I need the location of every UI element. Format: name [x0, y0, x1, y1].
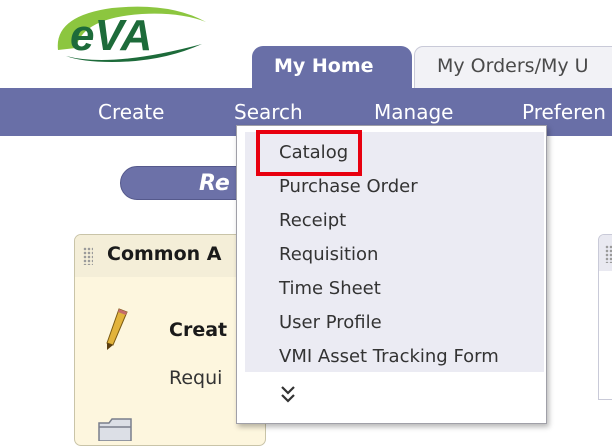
menu-item-user-profile[interactable]: User Profile	[279, 311, 382, 335]
folder-icon	[98, 418, 132, 441]
tab-my-orders[interactable]: My Orders/My U	[414, 46, 612, 88]
menu-item-requisition[interactable]: Requisition	[279, 243, 378, 267]
secondary-panel-header	[599, 235, 612, 271]
panel-title: Common A	[107, 243, 222, 265]
logo-text: eVA	[70, 11, 152, 60]
menu-item-purchase-order[interactable]: Purchase Order	[279, 175, 418, 199]
drag-handle-icon[interactable]	[605, 245, 612, 263]
eva-logo[interactable]: eVA	[52, 4, 222, 66]
tab-my-home[interactable]: My Home	[252, 46, 412, 88]
drag-handle-icon[interactable]	[83, 247, 93, 265]
catalog-highlight-box	[256, 130, 362, 176]
menu-item-receipt[interactable]: Receipt	[279, 209, 346, 233]
menu-item-vmi-asset-tracking-form[interactable]: VMI Asset Tracking Form	[279, 345, 499, 369]
eva-logo-graphic: eVA	[57, 6, 206, 62]
nav-create[interactable]: Create	[98, 88, 164, 136]
requisition-action-text[interactable]: Requi	[169, 367, 222, 389]
section-pill-label: Re	[199, 171, 230, 196]
secondary-panel	[598, 234, 612, 400]
pencil-icon	[106, 308, 128, 350]
double-chevron-down-icon[interactable]	[280, 384, 296, 406]
menu-item-time-sheet[interactable]: Time Sheet	[279, 277, 381, 301]
create-action-link[interactable]: Creat	[169, 319, 227, 341]
